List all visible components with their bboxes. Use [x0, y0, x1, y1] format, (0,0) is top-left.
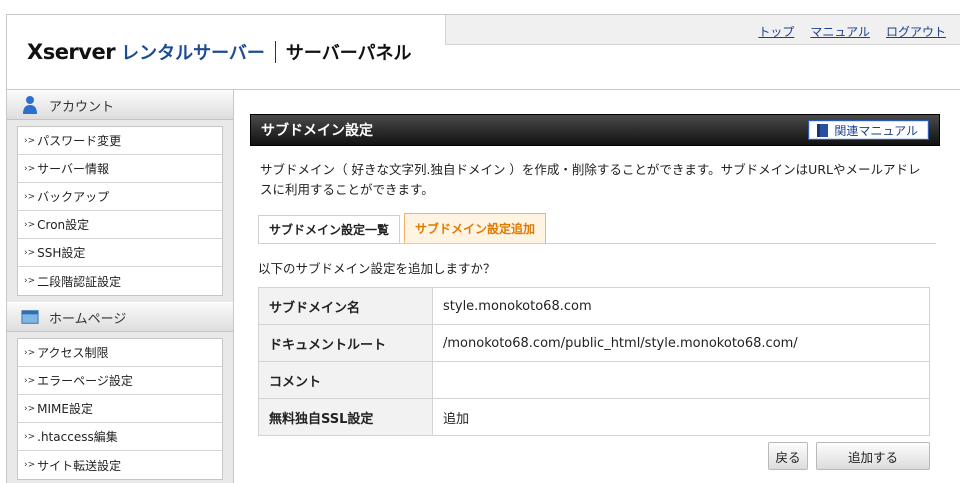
- arrow-icon: ›>: [24, 375, 36, 386]
- sidebar-section-homepage: ホームページ: [7, 302, 233, 332]
- top-links: トップ マニュアル ログアウト: [758, 23, 946, 40]
- sidebar-menu-homepage: ›> アクセス制限 ›> エラーページ設定 ›> MIME設定 ›> .htaccess…: [17, 338, 223, 480]
- logo-rental-text: レンタルサーバー: [121, 43, 265, 64]
- sidebar-item-error-page[interactable]: ›> エラーページ設定: [18, 367, 222, 395]
- table-row: ドキュメントルート /monokoto68.com/public_html/st…: [258, 324, 930, 362]
- sidebar-item-label: サーバー情報: [37, 162, 110, 176]
- sidebar-item-label: エラーページ設定: [37, 374, 133, 388]
- sidebar-item-ssh[interactable]: ›> SSH設定: [18, 239, 222, 267]
- arrow-icon: ›>: [24, 135, 36, 146]
- sidebar-item-label: SSH設定: [37, 246, 86, 260]
- header: Xserver レンタルサーバー サーバーパネル トップ マニュアル ログアウト: [6, 14, 960, 90]
- arrow-icon: ›>: [24, 276, 36, 286]
- book-icon: [817, 123, 829, 137]
- back-button[interactable]: 戻る: [768, 442, 808, 470]
- sidebar-item-label: .htaccess編集: [37, 430, 118, 444]
- sidebar-item-2fa[interactable]: ›> 二段階認証設定: [18, 267, 222, 295]
- add-button[interactable]: 追加する: [816, 442, 930, 470]
- page-title-bar: サブドメイン設定 関連マニュアル: [250, 114, 940, 146]
- sidebar-item-label: バックアップ: [37, 190, 110, 204]
- page-title: サブドメイン設定: [261, 123, 373, 139]
- table-row: サブドメイン名 style.monokoto68.com: [258, 287, 930, 325]
- user-icon: [21, 95, 39, 115]
- sidebar-section-title: ホームページ: [49, 311, 127, 327]
- row-label: サブドメイン名: [258, 287, 433, 325]
- sidebar-menu-account: ›> パスワード変更 ›> サーバー情報 ›> バックアップ ›> Cron設定 ›> S…: [17, 126, 223, 296]
- sidebar-section-account: アカウント: [7, 90, 233, 120]
- tab-bar: サブドメイン設定一覧 サブドメイン設定追加: [258, 213, 936, 244]
- sidebar-item-label: アクセス制限: [37, 346, 109, 360]
- row-label: 無料独自SSL設定: [258, 398, 433, 436]
- arrow-icon: ›>: [24, 403, 36, 414]
- sidebar-item-backup[interactable]: ›> バックアップ: [18, 183, 222, 211]
- row-label: ドキュメントルート: [258, 324, 433, 362]
- sidebar-item-htaccess[interactable]: ›> .htaccess編集: [18, 423, 222, 451]
- logo[interactable]: Xserver レンタルサーバー サーバーパネル: [27, 39, 412, 65]
- row-value: /monokoto68.com/public_html/style.monoko…: [432, 324, 930, 362]
- sidebar: アカウント ›> パスワード変更 ›> サーバー情報 ›> バックアップ ›> Cron…: [6, 90, 234, 483]
- link-manual[interactable]: マニュアル: [810, 23, 870, 40]
- sidebar-item-label: Cron設定: [37, 218, 90, 232]
- sidebar-section-title: アカウント: [49, 99, 115, 115]
- related-manual-label: 関連マニュアル: [834, 123, 918, 138]
- table-row: コメント: [258, 361, 930, 399]
- main-content: サブドメイン設定 関連マニュアル サブドメイン（ 好きな文字列.独自ドメイン ）…: [250, 114, 940, 470]
- logo-brand: Xserver: [27, 40, 116, 64]
- arrow-icon: ›>: [24, 247, 36, 258]
- sidebar-item-label: 二段階認証設定: [37, 274, 122, 289]
- arrow-icon: ›>: [24, 163, 36, 174]
- confirm-text: 以下のサブドメイン設定を追加しますか？: [258, 261, 496, 276]
- sidebar-item-cron[interactable]: ›> Cron設定: [18, 211, 222, 239]
- page-description: サブドメイン（ 好きな文字列.独自ドメイン ）を作成・削除することができます。サ…: [260, 162, 921, 197]
- sidebar-item-mime[interactable]: ›> MIME設定: [18, 395, 222, 423]
- row-value: [432, 361, 930, 399]
- related-manual-button[interactable]: 関連マニュアル: [808, 120, 929, 140]
- table-row: 無料独自SSL設定 追加: [258, 398, 930, 436]
- row-value: style.monokoto68.com: [432, 287, 930, 325]
- row-value: 追加: [432, 398, 930, 436]
- confirm-table: サブドメイン名 style.monokoto68.com ドキュメントルート /…: [258, 287, 930, 436]
- sidebar-item-label: パスワード変更: [37, 134, 122, 148]
- arrow-icon: ›>: [24, 347, 36, 358]
- sidebar-item-label: MIME設定: [37, 402, 93, 416]
- tab-subdomain-list[interactable]: サブドメイン設定一覧: [258, 215, 401, 243]
- sidebar-item-access-limit[interactable]: ›> アクセス制限: [18, 339, 222, 367]
- link-logout[interactable]: ログアウト: [886, 23, 946, 40]
- arrow-icon: ›>: [24, 191, 36, 202]
- sidebar-item-password[interactable]: ›> パスワード変更: [18, 127, 222, 155]
- window-icon: [21, 307, 39, 327]
- form-buttons: 戻る 追加する: [768, 442, 930, 470]
- arrow-icon: ›>: [24, 431, 36, 442]
- arrow-icon: ›>: [24, 460, 36, 470]
- sidebar-item-label: サイト転送設定: [37, 458, 122, 473]
- arrow-icon: ›>: [24, 219, 36, 230]
- sidebar-item-server-info[interactable]: ›> サーバー情報: [18, 155, 222, 183]
- row-label: コメント: [258, 361, 433, 399]
- link-top[interactable]: トップ: [758, 23, 794, 40]
- logo-separator: [274, 41, 276, 63]
- logo-panel-text: サーバーパネル: [285, 43, 412, 64]
- sidebar-item-redirect[interactable]: ›> サイト転送設定: [18, 451, 222, 479]
- tab-subdomain-add[interactable]: サブドメイン設定追加: [404, 213, 547, 243]
